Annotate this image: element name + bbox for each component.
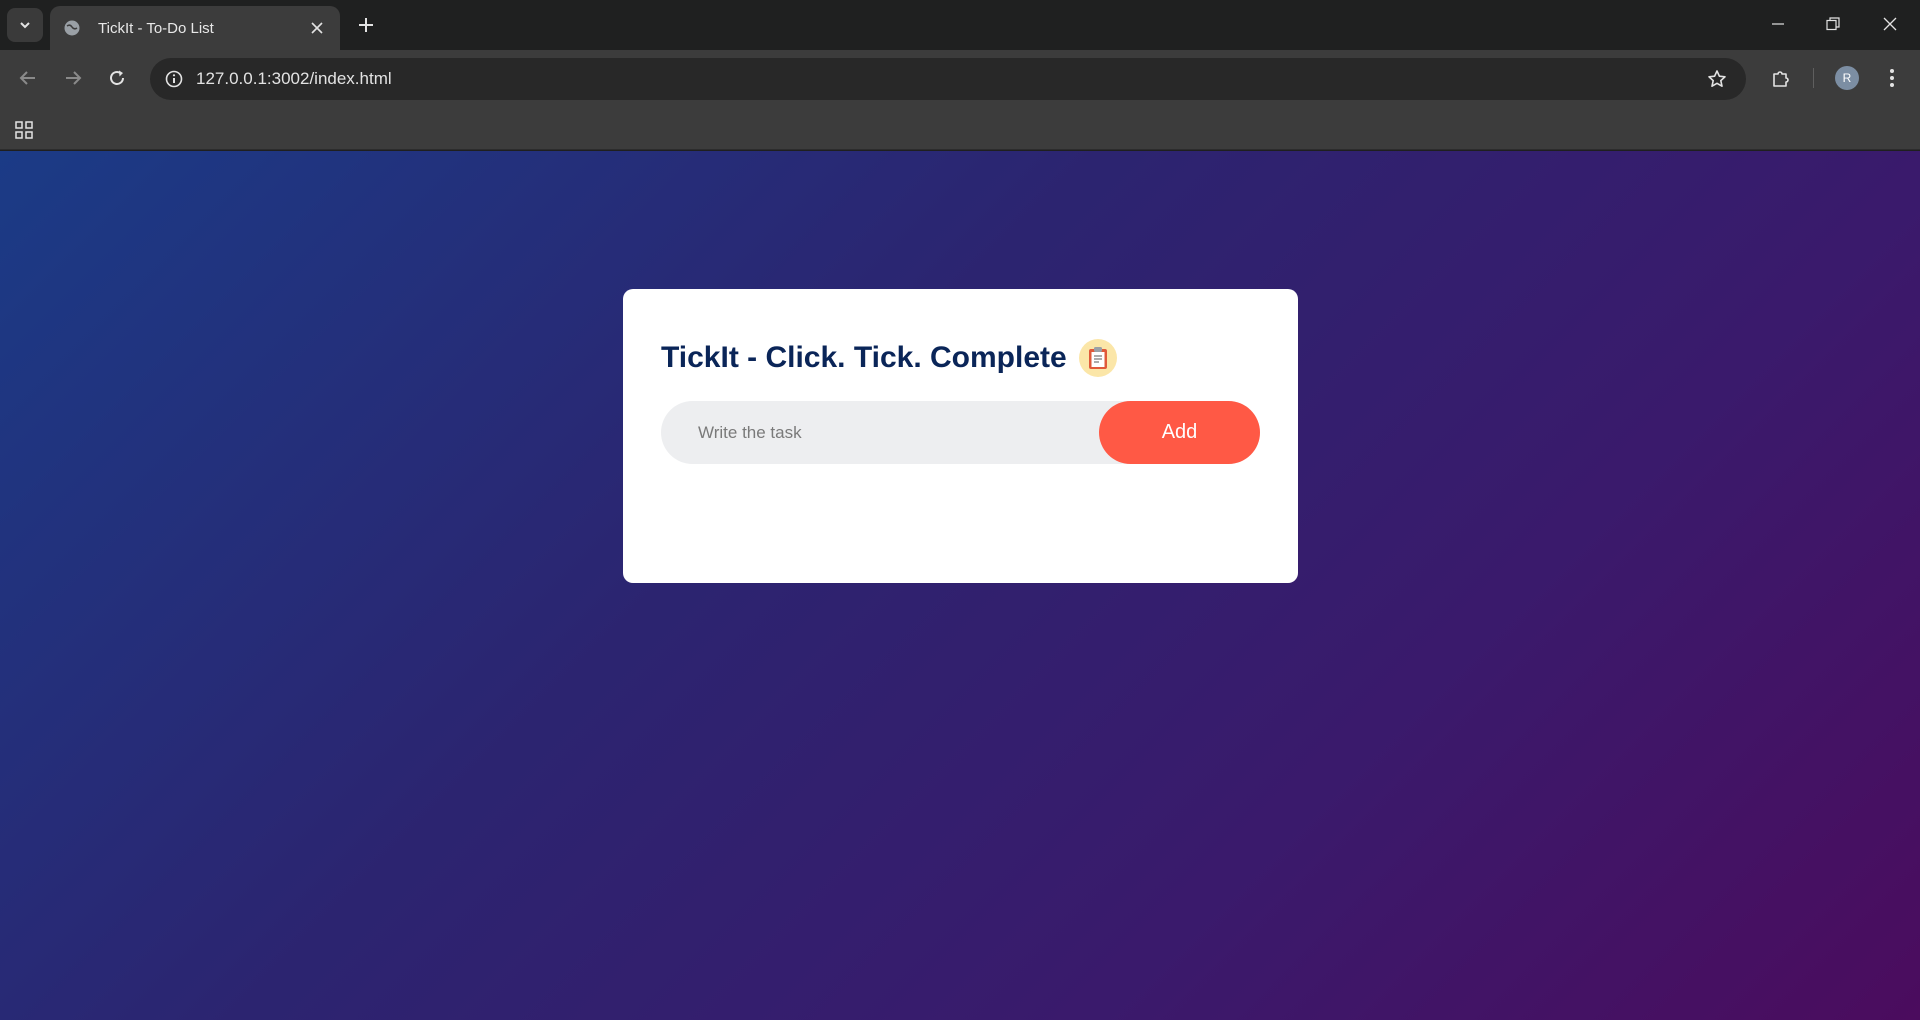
globe-icon — [62, 18, 82, 38]
address-bar[interactable]: 127.0.0.1:3002/index.html — [150, 58, 1746, 100]
page-title: TickIt - Click. Tick. Complete — [661, 341, 1067, 374]
extensions-button[interactable] — [1763, 60, 1799, 96]
close-tab-icon[interactable] — [304, 15, 330, 41]
card-title: TickIt - Click. Tick. Complete — [661, 339, 1117, 377]
profile-button[interactable]: R — [1829, 60, 1865, 96]
todo-card: TickIt - Click. Tick. Complete Add — [623, 289, 1298, 583]
close-window-button[interactable] — [1868, 6, 1912, 42]
active-tab[interactable]: TickIt - To-Do List — [50, 6, 340, 50]
reload-icon — [110, 70, 124, 85]
reload-button[interactable] — [99, 60, 135, 96]
toolbar-separator — [1813, 68, 1814, 88]
browser-menu-button[interactable] — [1874, 60, 1910, 96]
clipboard-icon — [1078, 339, 1117, 377]
task-input-row: Add — [661, 401, 1260, 464]
puzzle-piece-icon — [1773, 71, 1789, 87]
bookmark-star-icon[interactable] — [1702, 64, 1732, 94]
minimize-icon — [1772, 23, 1784, 25]
restore-button[interactable] — [1811, 6, 1855, 42]
restore-icon — [1826, 17, 1840, 31]
close-icon — [1883, 17, 1897, 31]
task-input[interactable] — [661, 401, 1101, 464]
browser-toolbar: 127.0.0.1:3002/index.html R — [0, 50, 1920, 108]
avatar: R — [1835, 66, 1859, 90]
page-viewport: TickIt - Click. Tick. Complete Add — [0, 151, 1920, 1020]
chevron-down-icon — [20, 22, 30, 29]
task-list — [661, 479, 1260, 559]
bookmarks-bar — [0, 108, 1920, 150]
url-text[interactable]: 127.0.0.1:3002/index.html — [196, 69, 392, 89]
forward-button[interactable] — [55, 60, 91, 96]
new-tab-button[interactable] — [352, 10, 380, 40]
plus-icon — [359, 18, 373, 32]
site-info-icon[interactable] — [158, 63, 190, 95]
tab-title: TickIt - To-Do List — [98, 19, 214, 37]
add-button[interactable]: Add — [1099, 401, 1260, 464]
tab-search-button[interactable] — [7, 8, 43, 42]
grid-icon — [15, 121, 33, 139]
more-vertical-icon — [1890, 69, 1894, 87]
tab-strip: TickIt - To-Do List — [0, 0, 1920, 50]
apps-button[interactable] — [10, 116, 38, 144]
minimize-button[interactable] — [1756, 6, 1800, 42]
arrow-right-icon — [66, 71, 82, 85]
arrow-left-icon — [19, 71, 35, 85]
back-button[interactable] — [10, 60, 46, 96]
